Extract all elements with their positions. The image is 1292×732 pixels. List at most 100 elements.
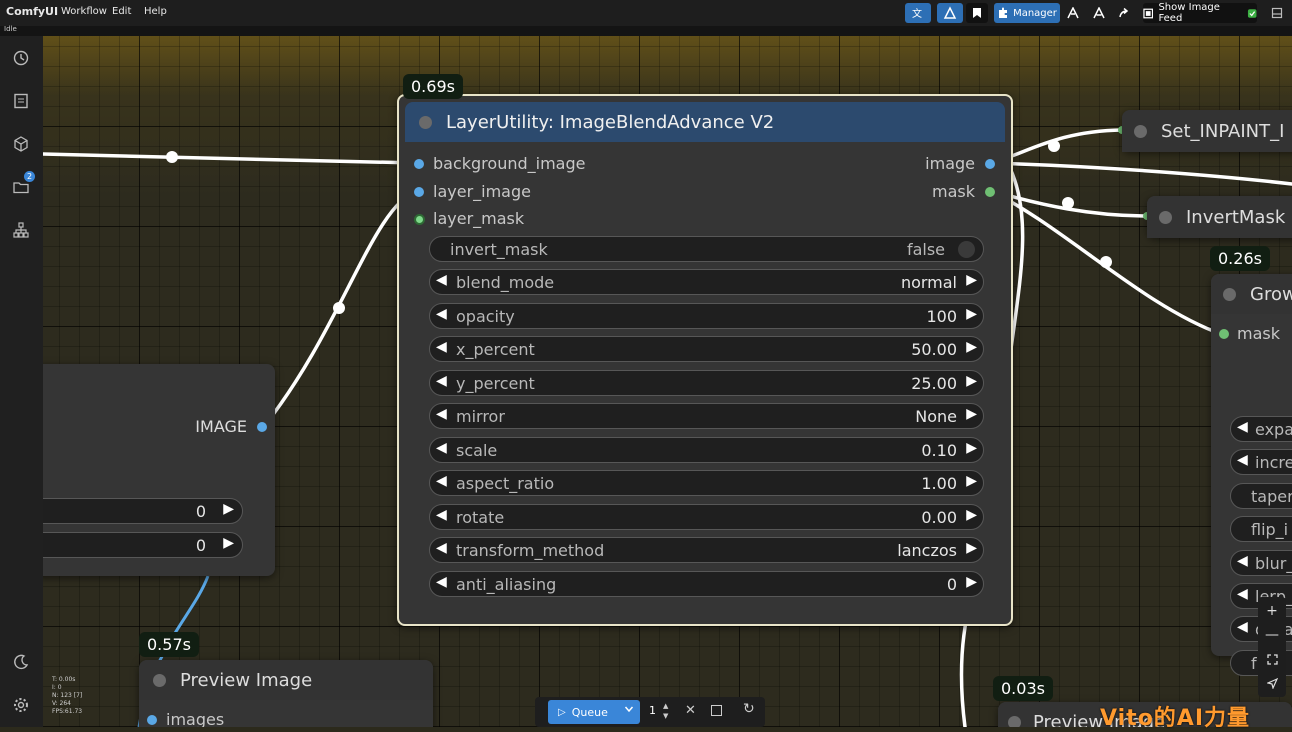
history-icon[interactable] [10,47,32,69]
decrement-arrow-icon[interactable]: ◀ [1237,619,1248,635]
decrement-arrow-icon[interactable]: ◀ [436,406,447,422]
widget-opacity[interactable]: ◀ opacity 100 ▶ [429,302,984,329]
bookmark-icon[interactable] [966,3,988,23]
model-library-icon[interactable] [10,133,32,155]
output-socket-image[interactable] [985,159,995,169]
input-socket-mask[interactable] [1219,329,1229,339]
decrement-arrow-icon[interactable]: ◀ [1237,586,1248,602]
invert-node-header[interactable]: InvertMask [1147,196,1292,238]
settings-gear-icon[interactable] [10,694,32,716]
grow-widget[interactable]: ◀ expa [1230,416,1292,442]
set-node-header[interactable]: Set_INPAINT_I [1122,110,1292,152]
menu-workflow[interactable]: Workflow [61,6,107,17]
increment-arrow-icon[interactable]: ▶ [966,306,977,322]
main-node-header[interactable]: LayerUtility: ImageBlendAdvance V2 [405,102,1005,142]
queue-count[interactable]: 1 [649,704,656,717]
stop-icon[interactable] [711,705,722,716]
menu-help[interactable]: Help [144,6,167,17]
increment-arrow-icon[interactable]: ▶ [966,574,977,590]
widget-x-percent[interactable]: ◀ x_percent 50.00 ▶ [429,336,984,362]
grow-widget[interactable]: taper [1230,482,1292,509]
decrement-arrow-icon[interactable]: ◀ [436,440,447,456]
decrement-arrow-icon[interactable]: ◀ [436,306,447,322]
grow-widget[interactable]: flip_i [1230,516,1292,543]
left-widget-2[interactable]: 0 ▶ [43,532,243,558]
folder-icon[interactable]: 2 [10,171,35,198]
left-widget-1[interactable]: 0 ▶ [43,498,243,524]
decrement-arrow-icon[interactable]: ◀ [436,339,447,355]
collapse-dot-icon[interactable] [1134,124,1147,138]
increment-arrow-icon[interactable]: ▶ [223,535,234,551]
input-socket-layer-image[interactable] [414,187,424,197]
fit-view-icon[interactable] [1258,647,1286,671]
manager-tool-icon-1[interactable] [1064,3,1082,23]
invert-mask-node[interactable]: InvertMask [1147,196,1292,238]
decrement-arrow-icon[interactable]: ◀ [1237,452,1248,468]
output-image-socket[interactable] [257,422,267,432]
preview-image-node[interactable]: Preview Image images [139,660,433,727]
image-blend-advance-node[interactable]: LayerUtility: ImageBlendAdvance V2 backg… [397,94,1013,626]
decrement-arrow-icon[interactable]: ◀ [436,272,447,288]
increment-arrow-icon[interactable]: ▶ [966,440,977,456]
widget-aspect-ratio[interactable]: ◀ aspect_ratio 1.00 ▶ [429,470,984,496]
cancel-icon[interactable]: ✕ [685,703,696,718]
widget-blend-mode[interactable]: ◀ blend_mode normal ▶ [429,269,984,295]
grow-widget[interactable]: ◀ blur_ [1230,549,1292,576]
decrement-arrow-icon[interactable]: ◀ [1237,553,1248,569]
show-image-feed-button[interactable]: Show Image Feed [1143,2,1257,24]
toggle-knob[interactable] [958,241,975,258]
queue-list-icon[interactable] [10,90,32,112]
count-stepper-icon[interactable]: ▲ ▼ [663,701,668,721]
decrement-arrow-icon[interactable]: ◀ [1237,419,1248,435]
increment-arrow-icon[interactable]: ▶ [966,540,977,556]
increment-arrow-icon[interactable]: ▶ [966,507,977,523]
panel-toggle-icon[interactable] [1268,3,1286,23]
widget-rotate[interactable]: ◀ rotate 0.00 ▶ [429,503,984,530]
widget-scale[interactable]: ◀ scale 0.10 ▶ [429,436,984,463]
decrement-arrow-icon[interactable]: ◀ [436,373,447,389]
collapse-dot-icon[interactable] [1008,715,1021,727]
share-icon[interactable] [1115,3,1133,23]
increment-arrow-icon[interactable]: ▶ [966,373,977,389]
increment-arrow-icon[interactable]: ▶ [966,339,977,355]
increment-arrow-icon[interactable]: ▶ [966,473,977,489]
collapse-dot-icon[interactable] [1223,287,1236,301]
widget-anti-aliasing[interactable]: ◀ anti_aliasing 0 ▶ [429,570,984,597]
left-loader-node[interactable]: IMAGE 0 ▶ 0 ▶ [43,364,275,576]
decrement-arrow-icon[interactable]: ◀ [436,473,447,489]
collapse-dot-icon[interactable] [153,673,166,687]
collapse-dot-icon[interactable] [1159,210,1172,224]
decrement-arrow-icon[interactable]: ◀ [436,574,447,590]
node-library-icon[interactable] [10,219,32,241]
theme-moon-icon[interactable] [10,651,32,673]
grow-node-header[interactable]: Grow [1211,274,1292,314]
output-socket-mask[interactable] [985,187,995,197]
zoom-out-icon[interactable]: — [1258,623,1286,647]
widget-transform-method[interactable]: ◀ transform_method lanczos ▶ [429,537,984,563]
toggle-invert-mask[interactable]: invert_mask false [429,236,984,262]
increment-arrow-icon[interactable]: ▶ [223,501,234,517]
navigate-icon[interactable] [1258,671,1286,695]
chevron-down-icon[interactable] [624,704,634,717]
menu-edit[interactable]: Edit [112,6,131,17]
preview-node-header[interactable]: Preview Image [139,660,433,700]
set-inpaint-node[interactable]: Set_INPAINT_I [1122,110,1292,152]
grow-widget[interactable]: ◀ incre [1230,449,1292,476]
widget-mirror[interactable]: ◀ mirror None ▶ [429,403,984,429]
collapse-dot-icon[interactable] [419,115,432,129]
zoom-in-icon[interactable]: + [1258,599,1286,623]
node-canvas[interactable]: IMAGE 0 ▶ 0 ▶ 0.69s LayerUtility: ImageB… [43,36,1292,727]
queue-button[interactable]: ▷ Queue [548,700,640,724]
refresh-icon[interactable]: ↻ [743,701,755,717]
input-socket-images[interactable] [147,715,157,725]
increment-arrow-icon[interactable]: ▶ [966,406,977,422]
input-socket-background-image[interactable] [414,159,424,169]
increment-arrow-icon[interactable]: ▶ [966,272,977,288]
manager-button[interactable]: Manager [994,3,1060,23]
widget-y-percent[interactable]: ◀ y_percent 25.00 ▶ [429,369,984,396]
workspace-icon[interactable] [937,3,963,23]
translate-icon[interactable]: 文 [905,3,931,23]
manager-tool-icon-2[interactable] [1090,3,1108,23]
decrement-arrow-icon[interactable]: ◀ [436,507,447,523]
input-socket-layer-mask[interactable] [414,214,425,225]
